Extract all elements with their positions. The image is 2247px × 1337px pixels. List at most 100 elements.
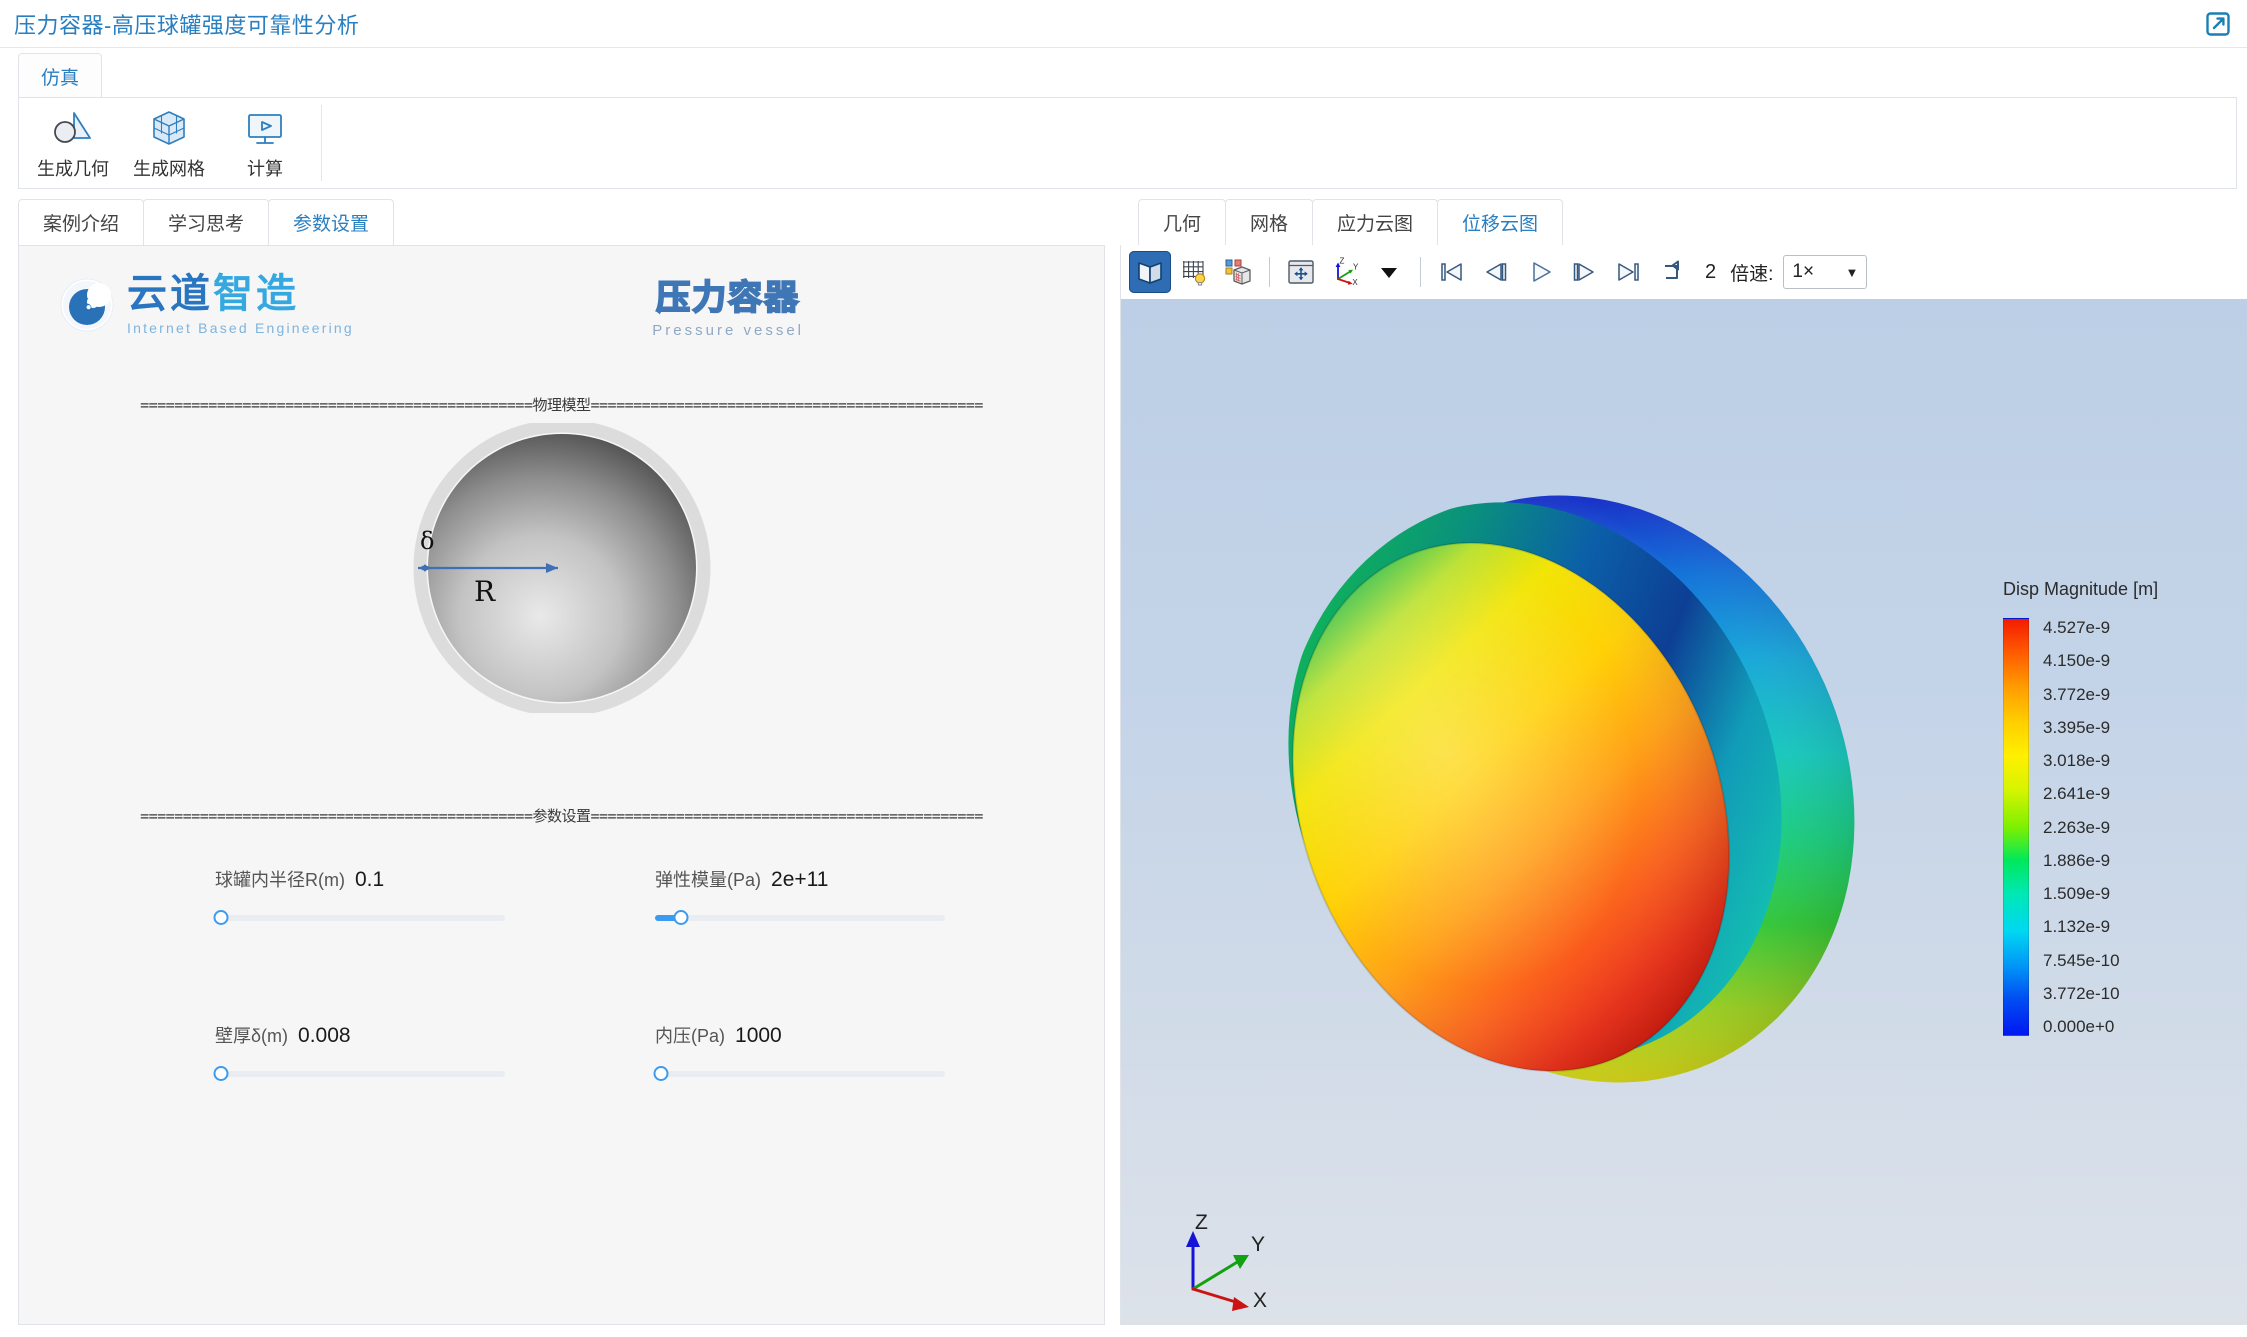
- geometry-icon: [50, 105, 96, 151]
- generate-geometry-button[interactable]: 生成几何: [25, 98, 121, 188]
- parameter-youngs-modulus-value: 2e+11: [771, 868, 829, 891]
- svg-text:X: X: [1352, 278, 1358, 287]
- ribbon-separator: [321, 105, 322, 181]
- axis-triad: Z Y X: [1186, 1211, 1267, 1312]
- legend-tick-list: 4.527e-9 4.150e-9 3.772e-9 3.395e-9 3.01…: [2043, 618, 2120, 1036]
- divider-title-parameters: 参数设置: [532, 808, 591, 825]
- slider-track: [215, 915, 505, 921]
- slider-knob[interactable]: [653, 1066, 669, 1081]
- titlebar-actions: [2205, 11, 2231, 37]
- legend-tick: 7.545e-10: [2043, 950, 2120, 970]
- external-link-icon[interactable]: [2205, 11, 2231, 37]
- compute-label: 计算: [247, 159, 283, 179]
- company-logo-cn: 云道智造: [127, 272, 299, 316]
- step-forward-icon: [1569, 257, 1599, 287]
- view-dropdown-button[interactable]: [1368, 251, 1410, 293]
- fit-view-button[interactable]: [1280, 251, 1322, 293]
- compute-monitor-icon: [242, 105, 288, 151]
- loop-button[interactable]: [1651, 251, 1693, 293]
- step-forward-button[interactable]: [1563, 251, 1605, 293]
- tab-stress-contour[interactable]: 应力云图: [1312, 199, 1439, 245]
- legend-tick: 1.132e-9: [2043, 917, 2111, 937]
- triad-label-y: Y: [1251, 1233, 1265, 1256]
- generate-mesh-label: 生成网格: [133, 159, 205, 179]
- tab-mesh[interactable]: 网格: [1225, 199, 1314, 245]
- company-logo-text: 云道智造 Internet Based Engineering: [127, 274, 354, 335]
- axis-orientation-icon: Z Y X: [1330, 257, 1360, 287]
- legend-colorbar: [2003, 618, 2029, 1036]
- divider2-equals-left: ========================================…: [140, 807, 533, 825]
- skip-first-button[interactable]: [1431, 251, 1473, 293]
- parameter-wall-thickness-value: 0.008: [298, 1024, 351, 1047]
- section-divider-physical-model: ========================================…: [57, 394, 1067, 415]
- chevron-down-icon: [1378, 261, 1400, 283]
- section-divider-parameters: ========================================…: [57, 805, 1067, 826]
- parameter-radius-label: 球罐内半径R(m) 0.1: [215, 868, 385, 891]
- ribbon-tab-simulation[interactable]: 仿真: [18, 53, 103, 98]
- speed-label: 倍速:: [1730, 263, 1774, 285]
- divider-equals-right: ========================================…: [590, 396, 984, 414]
- legend-title: Disp Magnitude [m]: [2003, 579, 2159, 599]
- viewport-3d[interactable]: Disp Magnitude [m] 4.527e-9 4.150e-9 3.7…: [1121, 299, 2247, 1325]
- svg-text:Y: Y: [1353, 262, 1359, 271]
- parameter-radius-slider[interactable]: [213, 910, 505, 926]
- toolbar-separator-2: [1420, 257, 1421, 287]
- legend-tick: 0.000e+0: [2043, 1017, 2115, 1036]
- skip-last-button[interactable]: [1607, 251, 1649, 293]
- thickness-label: δ: [420, 527, 434, 555]
- divider-equals-left: ========================================…: [140, 396, 533, 414]
- app-titlebar: 压力容器-高压球罐强度可靠性分析: [0, 0, 2247, 48]
- main-panes: 案例介绍 学习思考 参数设置 云道智造 Internet Based Engin…: [0, 197, 2247, 1337]
- solid-shading-button[interactable]: [1129, 251, 1171, 293]
- case-logo-en: Pressure vessel: [652, 322, 804, 339]
- company-logo-en: Internet Based Engineering: [127, 320, 354, 336]
- axis-orientation-button[interactable]: Z Y X: [1324, 251, 1366, 293]
- step-back-icon: [1481, 257, 1511, 287]
- tab-case-intro[interactable]: 案例介绍: [18, 199, 145, 245]
- toolbar-separator-1: [1269, 257, 1270, 287]
- legend-tick: 2.641e-9: [2043, 784, 2111, 804]
- speed-select-value: 1×: [1792, 261, 1815, 282]
- viewer-card: Z Y X 2 倍速: 1× ▼ Disp Magnitude [m] 4.52…: [1120, 245, 2247, 1325]
- legend-tick: 3.395e-9: [2043, 717, 2111, 737]
- tab-study-thinking[interactable]: 学习思考: [143, 199, 270, 245]
- mesh-display-button[interactable]: [1173, 251, 1215, 293]
- slider-track: [215, 1071, 505, 1077]
- parameter-wall-thickness: 壁厚δ(m) 0.008: [213, 1022, 655, 1082]
- ribbon-group-main: 生成几何 生成网格 计算: [19, 98, 330, 188]
- left-content-card: 云道智造 Internet Based Engineering 压力容器 Pre…: [18, 245, 1105, 1325]
- parameter-youngs-modulus-slider[interactable]: [655, 910, 945, 926]
- compute-button[interactable]: 计算: [217, 98, 313, 188]
- company-logo: 云道智造 Internet Based Engineering: [59, 274, 354, 335]
- contour-cube-icon: [1223, 257, 1253, 287]
- tab-parameter-settings[interactable]: 参数设置: [268, 199, 395, 245]
- parameter-youngs-modulus-label: 弹性模量(Pa) 2e+11: [655, 868, 829, 891]
- contour-display-button[interactable]: [1217, 251, 1259, 293]
- parameter-internal-pressure-slider[interactable]: [653, 1066, 945, 1082]
- slider-knob[interactable]: [213, 1066, 229, 1081]
- legend-tick: 3.772e-9: [2043, 684, 2111, 704]
- solid-shading-icon: [1135, 257, 1165, 287]
- fit-view-icon: [1286, 257, 1316, 287]
- tab-geometry[interactable]: 几何: [1138, 199, 1227, 245]
- triad-label-x: X: [1253, 1289, 1267, 1312]
- radius-label: R: [474, 575, 496, 608]
- parameter-youngs-modulus: 弹性模量(Pa) 2e+11: [655, 866, 1095, 926]
- tab-displacement-contour[interactable]: 位移云图: [1437, 199, 1564, 245]
- page-title: 压力容器-高压球罐强度可靠性分析: [14, 12, 360, 38]
- speed-select[interactable]: 1× ▼: [1783, 255, 1868, 289]
- slider-knob[interactable]: [673, 910, 689, 925]
- legend-tick: 3.772e-10: [2043, 983, 2120, 1003]
- generate-geometry-label: 生成几何: [37, 159, 109, 179]
- parameter-internal-pressure-label: 内压(Pa) 1000: [655, 1024, 782, 1047]
- yundao-swirl-icon: [59, 277, 115, 333]
- slider-knob[interactable]: [213, 910, 229, 925]
- generate-mesh-button[interactable]: 生成网格: [121, 98, 217, 188]
- parameter-wall-thickness-slider[interactable]: [213, 1066, 505, 1082]
- step-back-button[interactable]: [1475, 251, 1517, 293]
- physical-model-figure: δ R: [19, 415, 1104, 805]
- chevron-down-icon: ▼: [1845, 264, 1859, 280]
- play-button[interactable]: [1519, 251, 1561, 293]
- document-header: 云道智造 Internet Based Engineering 压力容器 Pre…: [19, 246, 1104, 354]
- case-logo-cn: 压力容器: [655, 278, 801, 318]
